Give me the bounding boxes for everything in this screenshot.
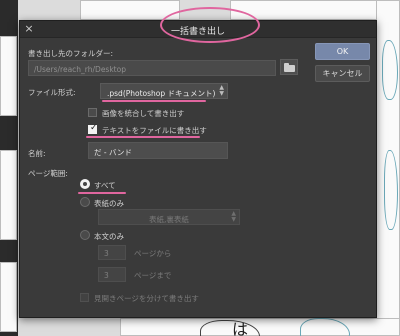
- page-to-input[interactable]: 3: [98, 267, 126, 282]
- cover-select[interactable]: 表紙,裏表紙 ▲ ▼: [98, 209, 240, 225]
- output-folder-label: 書き出し先のフォルダー:: [28, 49, 114, 58]
- all-range-highlight: [78, 192, 126, 194]
- page-thumbnail: [0, 262, 17, 332]
- checkmark-icon: ✓: [90, 123, 98, 133]
- file-format-select[interactable]: .psd(Photoshop ドキュメント) ▲ ▼: [100, 83, 228, 99]
- export-text-checkbox[interactable]: ✓: [88, 123, 98, 134]
- chevron-updown-icon: ▲ ▼: [219, 84, 224, 97]
- name-field[interactable]: だ - バンド: [88, 142, 228, 159]
- export-text-label: テキストをファイルに書き出す: [102, 126, 207, 135]
- output-folder-field[interactable]: /Users/reach_rh/Desktop: [28, 60, 276, 76]
- merge-images-label: 画像を統合して書き出す: [102, 109, 185, 118]
- name-label: 名前:: [28, 149, 46, 158]
- page-range-all-radio[interactable]: [80, 179, 90, 189]
- page-from-label: ページから: [134, 249, 172, 258]
- chevron-updown-icon: ▲ ▼: [231, 210, 236, 223]
- page-to-label: ページまで: [134, 271, 172, 280]
- page-range-body-label: 本文のみ: [94, 232, 124, 241]
- browse-folder-button[interactable]: [280, 59, 298, 75]
- sketch-glyph: は: [232, 320, 249, 336]
- cancel-button[interactable]: キャンセル: [315, 65, 370, 82]
- page-range-body-radio[interactable]: [80, 230, 90, 240]
- cover-select-value: 表紙,裏表紙: [149, 215, 189, 224]
- file-format-highlight: [102, 100, 206, 102]
- export-text-highlight: [86, 136, 200, 138]
- split-spread-label: 見開きページを分けて書き出す: [94, 294, 199, 303]
- manga-page: [120, 318, 400, 336]
- title-highlight-ring: [160, 7, 260, 43]
- page-range-all-label: すべて: [94, 181, 116, 190]
- page-range-cover-radio[interactable]: [80, 197, 90, 207]
- file-format-value: .psd(Photoshop ドキュメント): [107, 89, 216, 98]
- ok-button[interactable]: OK: [315, 43, 370, 60]
- page-range-label: ページ範囲:: [28, 169, 68, 178]
- page-thumbnail: [0, 150, 17, 240]
- file-format-label: ファイル形式:: [28, 88, 76, 97]
- page-range-cover-label: 表紙のみ: [94, 199, 124, 208]
- merge-images-checkbox[interactable]: [88, 108, 97, 117]
- page-thumbnail: [0, 36, 17, 116]
- page-from-input[interactable]: 3: [98, 245, 126, 260]
- split-spread-checkbox[interactable]: [80, 293, 89, 302]
- export-dialog: × 一括書き出し 書き出し先のフォルダー: /Users/reach_rh/De…: [19, 7, 377, 318]
